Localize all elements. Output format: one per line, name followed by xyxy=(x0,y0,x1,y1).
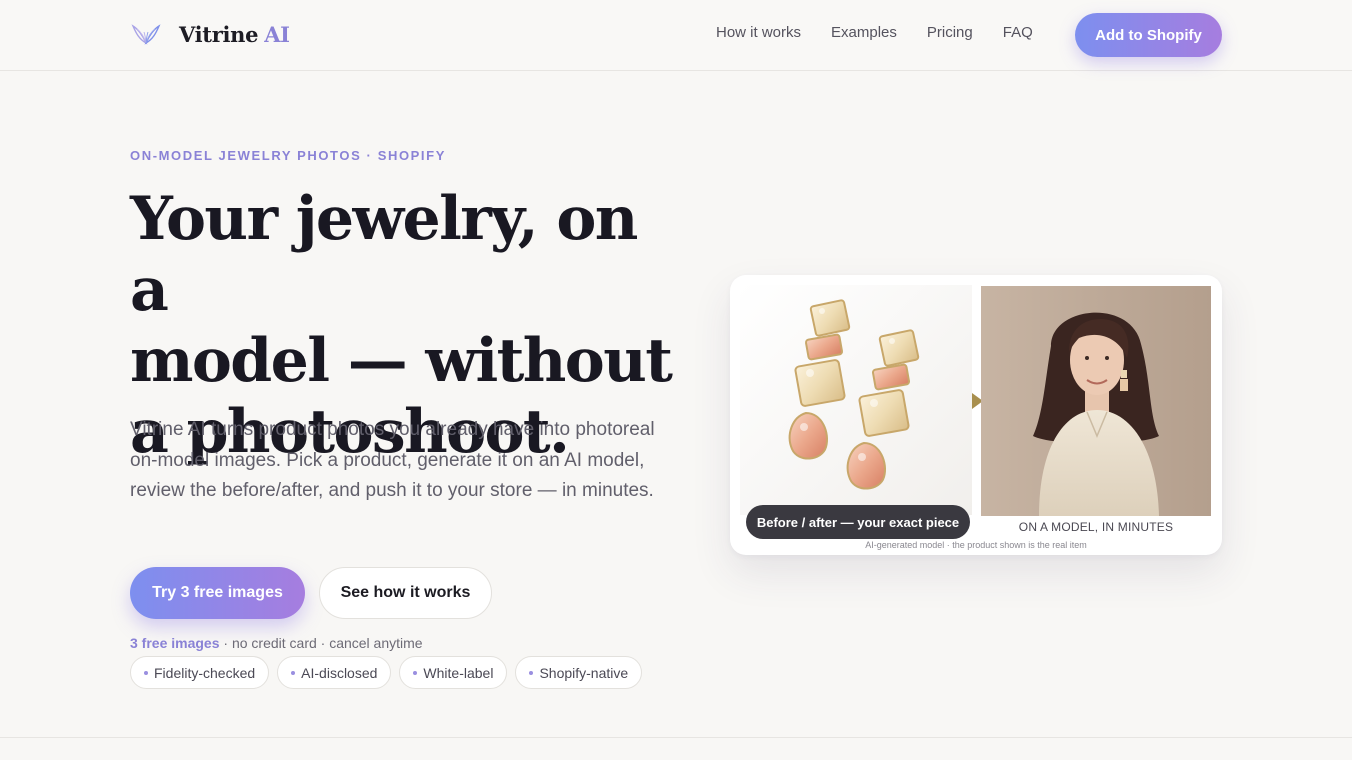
brand-ai-suffix: AI xyxy=(264,21,290,47)
bullet-dot-icon xyxy=(413,670,418,675)
nav-link-pricing[interactable]: Pricing xyxy=(927,24,973,41)
feature-chip-label: Fidelity-checked xyxy=(154,664,256,681)
feature-chip: White-label xyxy=(399,656,508,689)
try-free-images-button[interactable]: Try 3 free images xyxy=(130,567,305,619)
brand[interactable]: Vitrine AI xyxy=(131,19,290,49)
ai-disclaimer: AI-generated model · the product shown i… xyxy=(865,540,1087,550)
feature-chip-label: AI-disclosed xyxy=(301,664,378,681)
feature-chip: Shopify-native xyxy=(515,656,643,689)
bullet-dot-icon xyxy=(529,670,534,675)
nav-link-examples[interactable]: Examples xyxy=(831,24,897,41)
section-divider xyxy=(0,737,1352,738)
feature-chips: Fidelity-checked AI-disclosed White-labe… xyxy=(130,656,650,689)
feature-chip: Fidelity-checked xyxy=(130,656,270,689)
feature-chip-label: White-label xyxy=(423,664,494,681)
offer-note-accent: 3 free images xyxy=(130,635,220,651)
on-model-photo xyxy=(981,286,1211,516)
nav-links: How it works Examples Pricing FAQ xyxy=(716,24,1063,41)
offer-note: 3 free images · no credit card · cancel … xyxy=(130,635,423,651)
hero-eyebrow: ON-MODEL JEWELRY PHOTOS · SHOPIFY xyxy=(130,148,446,163)
brand-name: Vitrine AI xyxy=(179,21,290,47)
product-photo-earrings xyxy=(740,285,972,515)
butterfly-wings-icon xyxy=(131,24,161,45)
headline-line-1: Your jewelry, on a xyxy=(130,184,638,325)
before-after-preview-card: ON A MODEL, IN MINUTES Before / after — … xyxy=(730,275,1222,555)
before-after-pill: Before / after — your exact piece xyxy=(746,505,970,539)
hero-subtext: Vitrine AI turns product photos you alre… xyxy=(130,419,655,501)
bullet-dot-icon xyxy=(144,670,148,675)
offer-note-rest: · no credit card · cancel anytime xyxy=(219,635,423,651)
feature-chip-label: Shopify-native xyxy=(539,664,629,681)
add-to-shopify-button[interactable]: Add to Shopify xyxy=(1075,13,1222,57)
bullet-dot-icon xyxy=(291,670,296,675)
headline-line-2: model — without xyxy=(130,326,673,396)
see-how-it-works-button[interactable]: See how it works xyxy=(319,567,492,619)
feature-chip: AI-disclosed xyxy=(277,656,392,689)
top-nav: Vitrine AI How it works Examples Pricing … xyxy=(0,0,1352,71)
nav-link-faq[interactable]: FAQ xyxy=(1003,24,1033,41)
nav-link-how-it-works[interactable]: How it works xyxy=(716,24,801,41)
after-caption: ON A MODEL, IN MINUTES xyxy=(1018,520,1174,534)
